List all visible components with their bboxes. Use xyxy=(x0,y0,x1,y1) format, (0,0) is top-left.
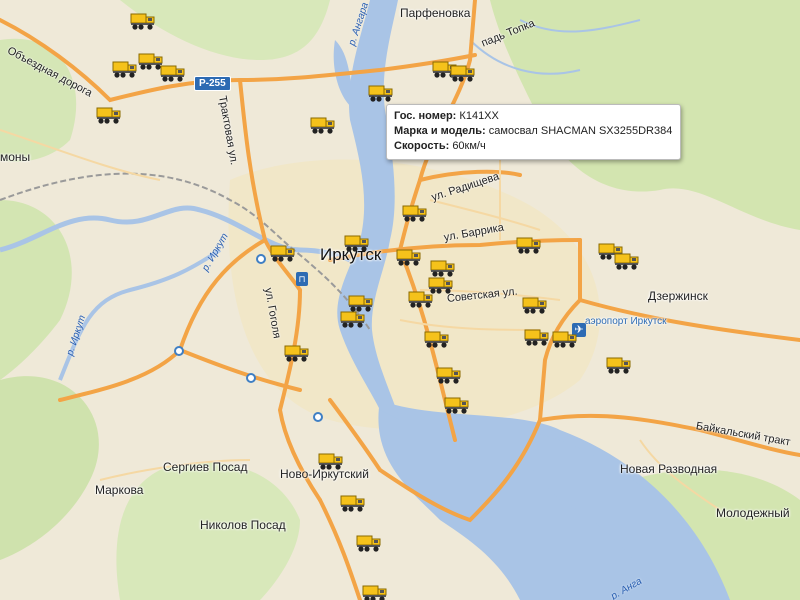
dump-truck-icon[interactable] xyxy=(606,352,632,376)
dump-truck-icon[interactable] xyxy=(402,200,428,224)
tooltip-model-value: самосвал SHACMAN SX3255DR384 xyxy=(488,125,673,137)
dump-truck-icon[interactable] xyxy=(552,326,578,350)
tooltip-speed-row: Скорость: 60км/ч xyxy=(394,139,672,154)
tooltip-speed-value: 60км/ч xyxy=(452,140,486,152)
dump-truck-icon[interactable] xyxy=(160,60,186,84)
station-marker[interactable] xyxy=(174,346,184,356)
dump-truck-icon[interactable] xyxy=(270,240,296,264)
station-marker[interactable] xyxy=(256,254,266,264)
dump-truck-icon[interactable] xyxy=(284,340,310,364)
dump-truck-icon[interactable] xyxy=(96,102,122,126)
dump-truck-icon[interactable] xyxy=(318,448,344,472)
tooltip-speed-label: Скорость: xyxy=(394,140,450,152)
dump-truck-icon[interactable] xyxy=(524,324,550,348)
dump-truck-icon[interactable] xyxy=(408,286,434,310)
dump-truck-icon[interactable] xyxy=(130,8,156,32)
dump-truck-icon[interactable] xyxy=(362,580,388,600)
place-partial-mony: моны xyxy=(0,150,31,164)
tooltip-model-label: Марка и модель: xyxy=(394,125,486,137)
place-nikolov-posad: Николов Посад xyxy=(200,518,286,532)
dump-truck-icon[interactable] xyxy=(424,326,450,350)
dump-truck-icon[interactable] xyxy=(396,244,422,268)
station-marker[interactable] xyxy=(313,412,323,422)
place-molodezhny: Молодежный xyxy=(716,506,790,520)
dump-truck-icon[interactable] xyxy=(522,292,548,316)
dump-truck-icon[interactable] xyxy=(444,392,470,416)
dump-truck-icon[interactable] xyxy=(344,230,370,254)
dump-truck-icon[interactable] xyxy=(340,490,366,514)
dump-truck-icon[interactable] xyxy=(356,530,382,554)
map-canvas[interactable]: Парфеновка Иркутск Дзержинск Новая Разво… xyxy=(0,0,800,600)
place-markova: Маркова xyxy=(95,483,144,497)
place-novaya-razvodnaya: Новая Разводная xyxy=(620,462,718,476)
place-parfenovka: Парфеновка xyxy=(400,6,471,20)
dump-truck-icon[interactable] xyxy=(112,56,138,80)
dump-truck-icon[interactable] xyxy=(516,232,542,256)
railway-station-icon[interactable]: ⊓ xyxy=(296,272,308,286)
place-airport: аэропорт Иркутск xyxy=(585,316,667,327)
place-sergiev-posad: Сергиев Посад xyxy=(163,460,248,474)
tooltip-plate-label: Гос. номер: xyxy=(394,110,457,122)
tooltip-plate-row: Гос. номер: К141ХХ xyxy=(394,109,672,124)
dump-truck-icon[interactable] xyxy=(310,112,336,136)
dump-truck-icon[interactable] xyxy=(450,60,476,84)
station-marker[interactable] xyxy=(246,373,256,383)
road-badge-r255: P-255 xyxy=(194,76,231,91)
dump-truck-icon[interactable] xyxy=(368,80,394,104)
vehicle-info-tooltip: Гос. номер: К141ХХ Марка и модель: самос… xyxy=(386,104,682,160)
place-dzerzhinsk: Дзержинск xyxy=(648,289,708,303)
tooltip-model-row: Марка и модель: самосвал SHACMAN SX3255D… xyxy=(394,124,672,139)
dump-truck-icon[interactable] xyxy=(436,362,462,386)
tooltip-plate-value: К141ХХ xyxy=(459,110,499,122)
dump-truck-icon[interactable] xyxy=(340,306,366,330)
dump-truck-icon[interactable] xyxy=(614,248,640,272)
